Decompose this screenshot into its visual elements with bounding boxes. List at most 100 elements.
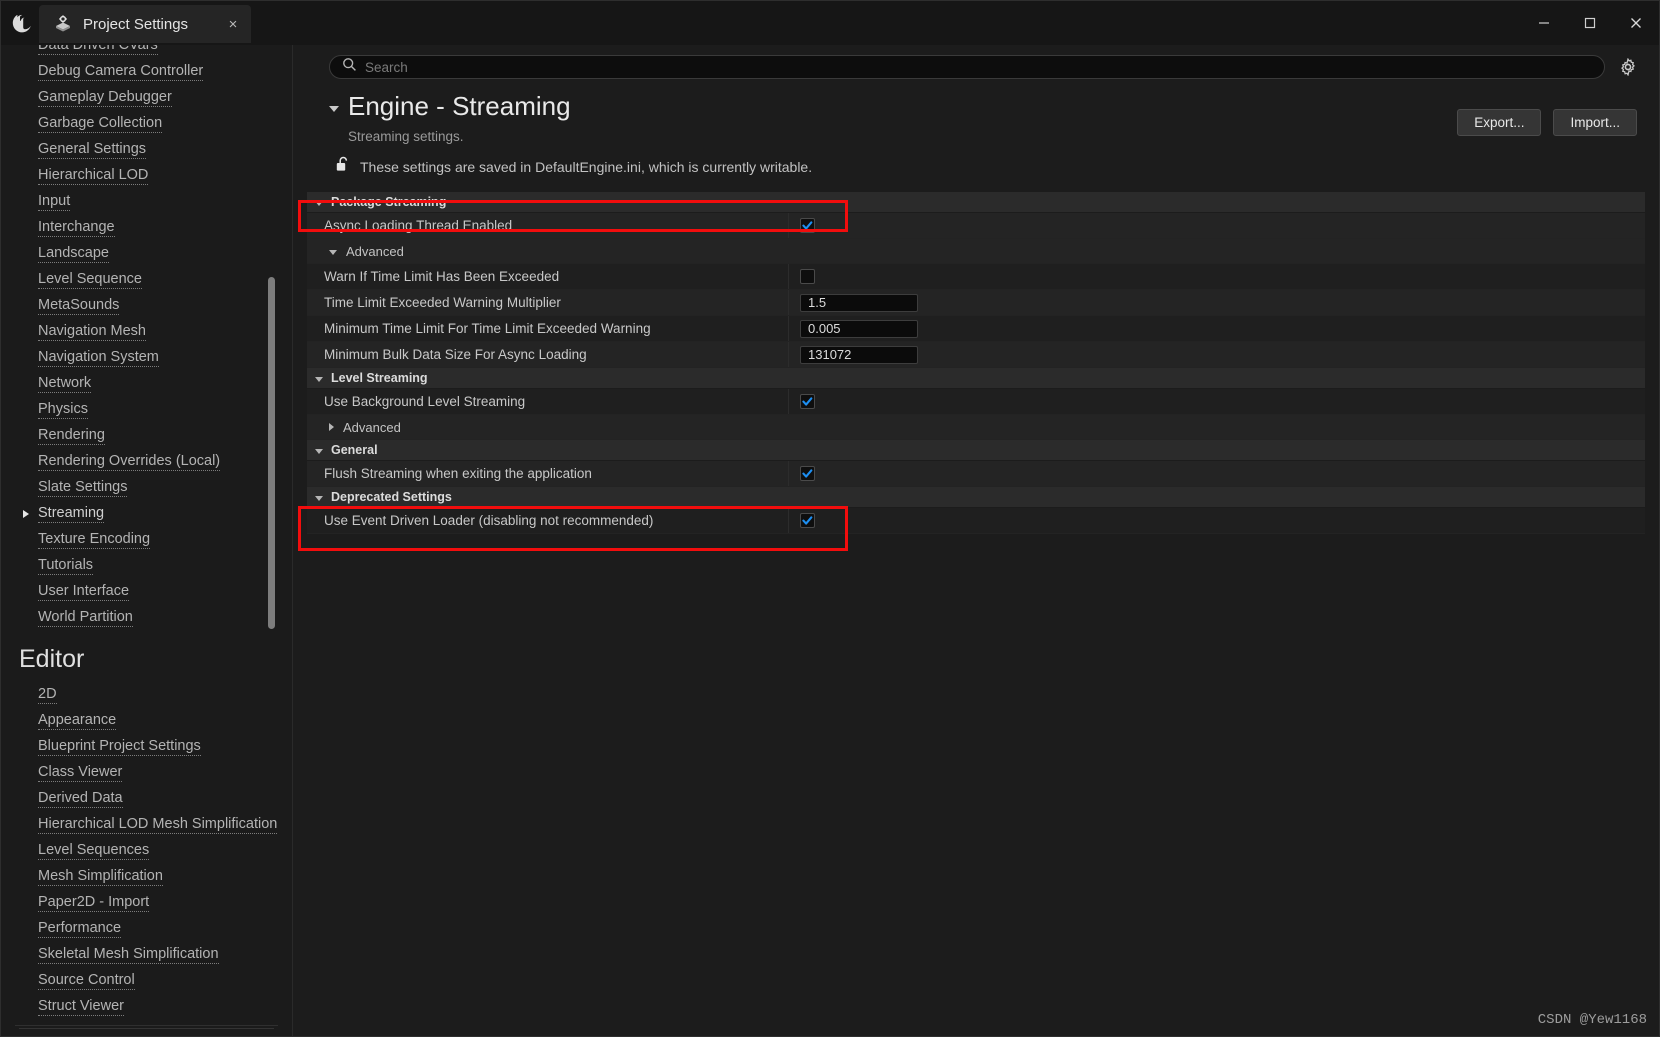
- number-input[interactable]: 0.005: [800, 319, 918, 338]
- sidebar-item-rendering[interactable]: Rendering: [1, 423, 292, 449]
- sidebar-item-landscape[interactable]: Landscape: [1, 241, 292, 267]
- settings-category-sidebar[interactable]: Data Driven CVars Debug Camera Controller…: [1, 45, 293, 1036]
- sidebar-scrollbar[interactable]: [268, 277, 275, 629]
- sidebar-item-world-partition[interactable]: World Partition: [1, 605, 292, 631]
- property-value: [789, 389, 1645, 414]
- sidebar-item-label: Debug Camera Controller: [38, 63, 204, 81]
- property-label: Minimum Time Limit For Time Limit Exceed…: [307, 316, 789, 341]
- sidebar-item-label: Appearance: [38, 712, 117, 730]
- property-label: Async Loading Thread Enabled: [307, 213, 789, 238]
- sidebar-item-label: Input: [38, 193, 71, 211]
- number-input[interactable]: 1.5: [800, 293, 918, 312]
- sidebar-item-texture-encoding[interactable]: Texture Encoding: [1, 527, 292, 553]
- checkbox-checked[interactable]: [800, 394, 815, 409]
- sidebar-item-navigation-mesh[interactable]: Navigation Mesh: [1, 319, 292, 345]
- unlocked-padlock-icon: [336, 156, 351, 178]
- section-header-level-streaming[interactable]: Level Streaming: [307, 368, 1645, 389]
- sidebar-item-mesh-simplification[interactable]: Mesh Simplification: [1, 864, 292, 890]
- sidebar-item-rendering-overrides-local[interactable]: Rendering Overrides (Local): [1, 449, 292, 475]
- sidebar-item-performance[interactable]: Performance: [1, 916, 292, 942]
- checkbox-checked[interactable]: [800, 513, 815, 528]
- sidebar-item-level-sequences[interactable]: Level Sequences: [1, 838, 292, 864]
- sidebar-item-interchange[interactable]: Interchange: [1, 215, 292, 241]
- property-value: [789, 461, 1645, 486]
- sidebar-item-label: Skeletal Mesh Simplification: [38, 946, 219, 964]
- search-input[interactable]: Search: [329, 55, 1605, 79]
- chevron-down-icon: [315, 496, 323, 501]
- page-subtitle: Streaming settings.: [348, 129, 464, 144]
- property-row: Use Background Level Streaming: [307, 389, 1645, 415]
- sidebar-item-slate-settings[interactable]: Slate Settings: [1, 475, 292, 501]
- sidebar-item-source-control[interactable]: Source Control: [1, 968, 292, 994]
- sidebar-item-hierarchical-lod-mesh-simplification[interactable]: Hierarchical LOD Mesh Simplification: [1, 812, 292, 838]
- sidebar-item-gameplay-debugger[interactable]: Gameplay Debugger: [1, 85, 292, 111]
- chevron-down-icon: [315, 201, 323, 206]
- search-row: Search: [293, 45, 1659, 87]
- sidebar-item-data-driven-cvars[interactable]: Data Driven CVars: [1, 45, 292, 59]
- project-settings-icon: [53, 14, 73, 34]
- section-header-deprecated-settings[interactable]: Deprecated Settings: [307, 487, 1645, 508]
- property-value: [789, 213, 1645, 238]
- sidebar-item-user-interface[interactable]: User Interface: [1, 579, 292, 605]
- sidebar-item-tutorials[interactable]: Tutorials: [1, 553, 292, 579]
- section-header-general[interactable]: General: [307, 440, 1645, 461]
- close-button[interactable]: [1613, 1, 1659, 45]
- tab-project-settings[interactable]: Project Settings ×: [39, 5, 251, 43]
- sidebar-item-label: Performance: [38, 920, 122, 938]
- property-row: Time Limit Exceeded Warning Multiplier 1.…: [307, 290, 1645, 316]
- window-controls: [1521, 1, 1659, 45]
- sidebar-item-level-sequence[interactable]: Level Sequence: [1, 267, 292, 293]
- export-button[interactable]: Export...: [1457, 109, 1542, 136]
- import-button[interactable]: Import...: [1553, 109, 1637, 136]
- sidebar-item-paper2d-import[interactable]: Paper2D - Import: [1, 890, 292, 916]
- sidebar-item-label: Navigation System: [38, 349, 159, 367]
- close-tab-icon[interactable]: ×: [223, 14, 243, 34]
- sidebar-item-skeletal-mesh-simplification[interactable]: Skeletal Mesh Simplification: [1, 942, 292, 968]
- sidebar-item-struct-viewer[interactable]: Struct Viewer: [1, 994, 292, 1020]
- property-row: Minimum Bulk Data Size For Async Loading…: [307, 342, 1645, 368]
- checkbox-checked[interactable]: [800, 218, 815, 233]
- sidebar-item-label: Interchange: [38, 219, 115, 237]
- collapse-section-icon[interactable]: [329, 105, 339, 112]
- property-label: Warn If Time Limit Has Been Exceeded: [307, 264, 789, 289]
- property-row: Flush Streaming when exiting the applica…: [307, 461, 1645, 487]
- sidebar-item-navigation-system[interactable]: Navigation System: [1, 345, 292, 371]
- checkbox-unchecked[interactable]: [800, 269, 815, 284]
- sidebar-item-garbage-collection[interactable]: Garbage Collection: [1, 111, 292, 137]
- sidebar-item-derived-data[interactable]: Derived Data: [1, 786, 292, 812]
- sidebar-item-label: Gameplay Debugger: [38, 89, 172, 107]
- property-value: 1.5: [789, 290, 1645, 315]
- sidebar-item-label: Class Viewer: [38, 764, 123, 782]
- sidebar-item-network[interactable]: Network: [1, 371, 292, 397]
- property-value: 0.005: [789, 316, 1645, 341]
- sidebar-item-metasounds[interactable]: MetaSounds: [1, 293, 292, 319]
- checkbox-checked[interactable]: [800, 466, 815, 481]
- sidebar-item-hierarchical-lod[interactable]: Hierarchical LOD: [1, 163, 292, 189]
- gear-icon[interactable]: [1617, 56, 1639, 78]
- sidebar-item-class-viewer[interactable]: Class Viewer: [1, 760, 292, 786]
- advanced-group-toggle[interactable]: Advanced: [307, 415, 1645, 440]
- sidebar-item-2d[interactable]: 2D: [1, 682, 292, 708]
- section-header-package-streaming[interactable]: Package Streaming: [307, 192, 1645, 213]
- sidebar-item-label: Paper2D - Import: [38, 894, 150, 912]
- sidebar-item-blueprint-project-settings[interactable]: Blueprint Project Settings: [1, 734, 292, 760]
- advanced-group-toggle[interactable]: Advanced: [307, 239, 1645, 264]
- sidebar-item-physics[interactable]: Physics: [1, 397, 292, 423]
- maximize-button[interactable]: [1567, 1, 1613, 45]
- property-value: 131072: [789, 342, 1645, 367]
- chevron-right-icon: [329, 423, 334, 431]
- sidebar-item-general-settings[interactable]: General Settings: [1, 137, 292, 163]
- chevron-down-icon: [329, 250, 337, 255]
- sidebar-item-streaming[interactable]: Streaming: [1, 501, 292, 527]
- sidebar-item-label: Slate Settings: [38, 479, 128, 497]
- property-value: [789, 264, 1645, 289]
- project-settings-window: Project Settings × Data Driven CVars Debu…: [0, 0, 1660, 1037]
- sidebar-item-label: Rendering Overrides (Local): [38, 453, 221, 471]
- sidebar-item-appearance[interactable]: Appearance: [1, 708, 292, 734]
- minimize-button[interactable]: [1521, 1, 1567, 45]
- sidebar-item-input[interactable]: Input: [1, 189, 292, 215]
- sidebar-item-label: General Settings: [38, 141, 147, 159]
- sidebar-item-debug-camera-controller[interactable]: Debug Camera Controller: [1, 59, 292, 85]
- number-input[interactable]: 131072: [800, 345, 918, 364]
- sidebar-item-label: Streaming: [38, 505, 105, 523]
